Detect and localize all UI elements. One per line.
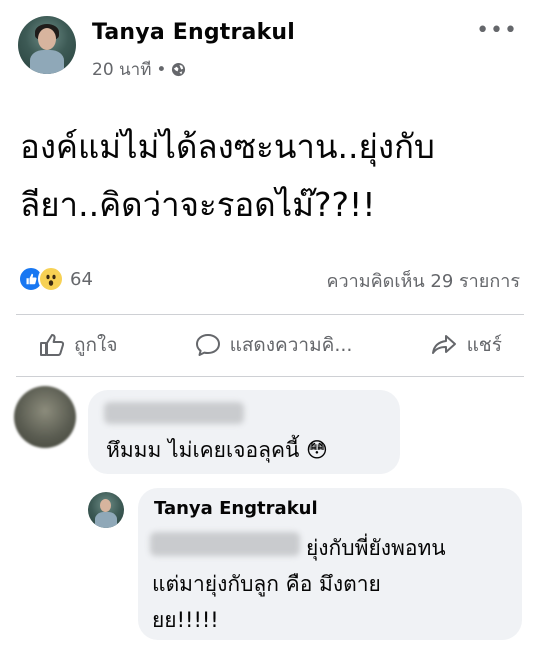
comment-count[interactable]: ความคิดเห็น 29 รายการ <box>326 266 520 295</box>
reply-text-line: ยย!!!!! <box>152 608 219 632</box>
post-meta: 20 นาที • <box>92 56 186 83</box>
action-bar: ถูกใจ แสดงความคิ... แชร์ <box>0 320 540 370</box>
share-icon <box>431 335 456 354</box>
more-options-icon[interactable]: ••• <box>476 18 518 43</box>
comment-text: หึมมม ไม่เคยเจอลุคนี้ 😳 <box>106 434 328 467</box>
author-name[interactable]: Tanya Engtrakul <box>92 20 295 45</box>
post-text: องค์แม่ไม่ได้ลงซะนาน..ยุ่งกับ ลียา..คิดว… <box>20 118 525 234</box>
blurred-commenter-name <box>104 402 244 424</box>
divider <box>16 376 524 377</box>
flushed-face-emoji: 😳 <box>306 438 328 462</box>
comment-icon <box>195 334 220 356</box>
reply-author-avatar[interactable] <box>88 492 124 528</box>
like-button-label: ถูกใจ <box>74 334 118 356</box>
post-timestamp[interactable]: 20 นาที <box>92 56 151 83</box>
comment-button-label: แสดงความคิ... <box>229 334 353 356</box>
comment-button[interactable]: แสดงความคิ... <box>194 330 353 360</box>
wow-reaction-icon <box>38 266 64 292</box>
reaction-count: 64 <box>70 268 93 290</box>
share-button[interactable]: แชร์ <box>429 330 502 360</box>
reply-text-line: ยุ่งกับพี่ยังพอทน <box>306 536 446 560</box>
post-text-line: องค์แม่ไม่ได้ลงซะนาน..ยุ่งกับ <box>20 127 435 166</box>
reply-author-name[interactable]: Tanya Engtrakul <box>154 498 318 519</box>
share-button-label: แชร์ <box>466 334 502 356</box>
thumbs-up-icon <box>40 334 65 356</box>
like-button[interactable]: ถูกใจ <box>38 330 117 360</box>
comment-text-body: หึมมม ไม่เคยเจอลุคนี้ <box>106 438 300 462</box>
blurred-tagged-name <box>150 532 300 556</box>
reply-text-line: แต่มายุ่งกับลูก คือ มึงตาย <box>152 572 381 596</box>
commenter-avatar[interactable] <box>14 386 76 448</box>
meta-separator: • <box>156 59 167 80</box>
post-text-line: ลียา..คิดว่าจะรอดไม๊??!! <box>20 185 376 224</box>
divider <box>16 314 524 315</box>
author-avatar[interactable] <box>18 16 76 74</box>
reaction-summary[interactable]: 64 <box>18 266 93 292</box>
globe-icon <box>172 62 186 77</box>
